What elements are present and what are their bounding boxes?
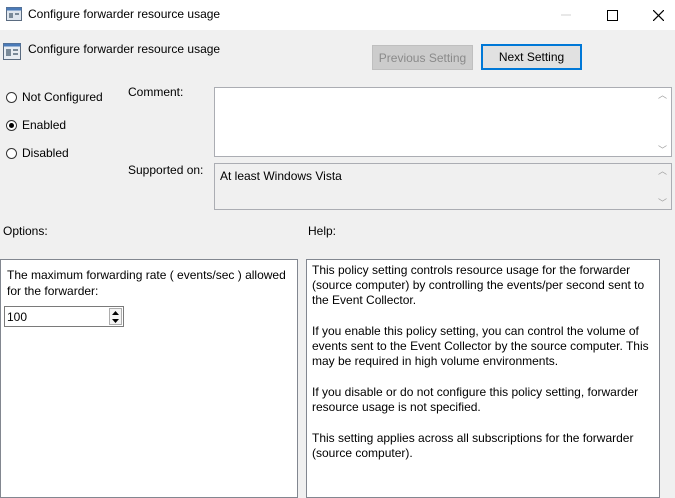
spin-down-button[interactable] xyxy=(110,317,121,324)
previous-setting-button[interactable]: Previous Setting xyxy=(372,45,473,70)
supported-on-field: At least Windows Vista ︿ ﹀ xyxy=(214,163,672,210)
radio-label: Not Configured xyxy=(22,90,103,104)
maximize-button[interactable] xyxy=(589,0,635,30)
options-panel: The maximum forwarding rate ( events/sec… xyxy=(0,259,298,498)
spin-buttons xyxy=(109,308,122,325)
maximize-icon xyxy=(606,9,618,21)
radio-enabled[interactable]: Enabled xyxy=(6,118,66,132)
scroll-up-icon[interactable]: ︿ xyxy=(658,88,667,101)
scroll-down-icon[interactable]: ﹀ xyxy=(658,143,667,156)
scroll-down-icon[interactable]: ﹀ xyxy=(658,196,667,209)
close-button[interactable] xyxy=(635,0,675,30)
spin-up-button[interactable] xyxy=(110,309,121,316)
next-setting-button[interactable]: Next Setting xyxy=(481,44,582,70)
radio-circle xyxy=(6,91,17,103)
policy-icon xyxy=(3,43,21,60)
spin-down-icon xyxy=(112,318,119,323)
rate-label: The maximum forwarding rate ( events/sec… xyxy=(7,268,286,298)
comment-label: Comment: xyxy=(128,85,184,99)
radio-label: Enabled xyxy=(22,118,67,132)
help-paragraph: If you disable or do not configure this … xyxy=(312,385,639,414)
window-title: Configure forwarder resource usage xyxy=(28,7,221,21)
supported-on-value: At least Windows Vista xyxy=(220,169,342,183)
scroll-up-icon[interactable]: ︿ xyxy=(658,164,667,177)
minimize-button[interactable] xyxy=(543,0,589,30)
policy-icon xyxy=(6,7,22,21)
help-label: Help: xyxy=(308,224,337,238)
supported-scrollbar[interactable]: ︿ ﹀ xyxy=(654,164,671,209)
radio-disabled[interactable]: Disabled xyxy=(6,146,69,160)
help-paragraph: If you enable this policy setting, you c… xyxy=(312,324,649,368)
comment-scrollbar[interactable]: ︿ ﹀ xyxy=(654,88,671,156)
options-label: Options: xyxy=(3,224,48,238)
help-text: This policy setting controls resource us… xyxy=(312,263,654,477)
help-paragraph: This policy setting controls resource us… xyxy=(312,263,645,307)
radio-circle xyxy=(6,147,17,159)
title-bar: Configure forwarder resource usage xyxy=(0,0,675,30)
spin-up-icon xyxy=(112,310,119,315)
radio-circle-selected xyxy=(6,119,17,131)
radio-label: Disabled xyxy=(22,146,69,160)
supported-on-label: Supported on: xyxy=(128,163,204,177)
setting-title: Configure forwarder resource usage xyxy=(28,42,221,56)
rate-value: 100 xyxy=(7,310,28,324)
rate-spinbox[interactable]: 100 xyxy=(4,306,124,327)
close-icon xyxy=(652,9,664,21)
help-panel: This policy setting controls resource us… xyxy=(306,259,660,498)
radio-not-configured[interactable]: Not Configured xyxy=(6,90,103,104)
help-paragraph: This setting applies across all subscrip… xyxy=(312,431,634,460)
comment-textarea[interactable]: ︿ ﹀ xyxy=(214,87,672,157)
minimize-icon xyxy=(561,14,571,16)
